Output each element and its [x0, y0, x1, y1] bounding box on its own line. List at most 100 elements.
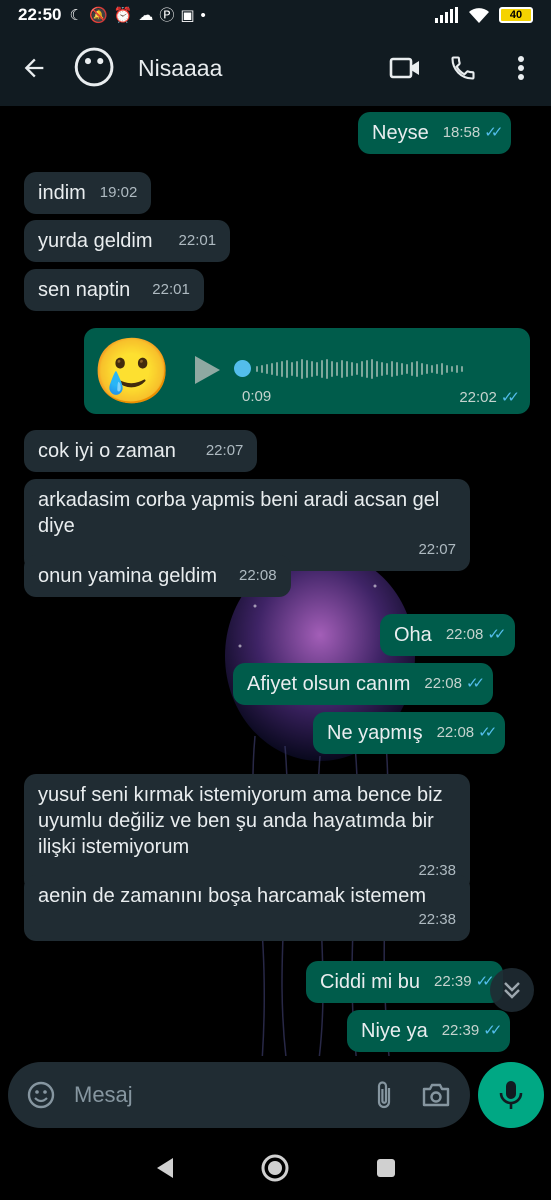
waveform-bar [391, 361, 393, 377]
phone-icon [451, 56, 475, 80]
double-check-icon: ✓✓ [487, 626, 506, 643]
waveform-bar [411, 362, 413, 376]
waveform-bar [301, 359, 303, 379]
more-dot-icon: • [200, 6, 206, 24]
mute-icon: 🔕 [88, 6, 108, 24]
waveform-bar [441, 363, 443, 375]
waveform-bar [351, 362, 353, 376]
waveform-bar [281, 361, 283, 377]
contact-name[interactable]: Nisaaaa [138, 55, 222, 82]
system-nav-bar [0, 1136, 551, 1200]
double-check-icon: ✓✓ [475, 973, 495, 990]
signal-icon [435, 7, 458, 23]
playback-slider-thumb[interactable] [234, 360, 251, 377]
chat-area[interactable]: Neyse 18:58 ✓✓ indim 19:02 yurda geldim 22:0… [0, 106, 551, 1056]
moon-icon: ☾ [69, 6, 83, 24]
scroll-to-bottom-button[interactable] [490, 968, 534, 1012]
message-bubble[interactable]: indim 19:02 [24, 172, 152, 214]
status-time: 22:50 [18, 5, 62, 24]
nav-recents-button[interactable] [366, 1148, 406, 1188]
waveform-bar [366, 360, 368, 378]
voice-call-button[interactable] [447, 52, 479, 84]
waveform-bar [341, 360, 343, 378]
arrow-left-icon [24, 58, 44, 78]
video-camera-icon [389, 57, 419, 79]
camera-icon [422, 1083, 450, 1107]
message-input[interactable]: Mesaj [8, 1062, 470, 1128]
message-bubble[interactable]: Ciddi mi bu 22:39 ✓✓ [306, 961, 503, 1003]
microphone-icon [499, 1081, 523, 1109]
message-bubble[interactable]: cok iyi o zaman 22:07 [24, 430, 258, 472]
waveform-bar [346, 361, 348, 377]
double-chevron-down-icon [504, 982, 520, 999]
message-bubble[interactable]: yurda geldim 22:01 [24, 220, 231, 262]
message-bubble[interactable]: onun yamina geldim 22:08 [24, 555, 291, 597]
double-check-icon: ✓✓ [478, 724, 497, 741]
wifi-icon [469, 8, 489, 23]
waveform-bar [336, 362, 338, 376]
waveform-bar [456, 365, 458, 373]
back-button[interactable] [14, 48, 54, 88]
cloud-icon: ☁ [138, 6, 154, 24]
waveform-bar [426, 364, 428, 374]
message-bubble[interactable]: Ne yapmış 22:08 ✓✓ [313, 712, 506, 754]
message-placeholder: Mesaj [74, 1082, 133, 1107]
nav-back-button[interactable] [145, 1148, 185, 1188]
message-bubble[interactable]: Niye ya 22:39 ✓✓ [347, 1010, 511, 1052]
waveform-bar [256, 366, 258, 372]
voice-record-button[interactable] [478, 1062, 544, 1128]
circle-home-icon [261, 1154, 289, 1182]
message-bubble[interactable]: Oha 22:08 ✓✓ [380, 614, 515, 656]
sticker-emoji-icon[interactable] [26, 1080, 56, 1110]
pinterest-icon: Ⓟ [159, 6, 175, 24]
waveform-bar [271, 363, 273, 375]
double-check-icon: ✓✓ [500, 389, 520, 406]
attach-button[interactable] [368, 1079, 400, 1111]
paperclip-icon [377, 1081, 391, 1109]
sender-emoji: 🥲 [92, 335, 172, 407]
waveform-bar [361, 361, 363, 377]
waveform-bar [406, 364, 408, 374]
waveform-bar [451, 366, 453, 372]
play-button[interactable] [192, 354, 222, 386]
waveform-bar [356, 363, 358, 375]
waveform-bar [286, 360, 288, 378]
waveform-bar [431, 365, 433, 373]
waveform-bar [421, 363, 423, 375]
double-check-icon: ✓✓ [484, 124, 503, 141]
waveform-bar [321, 360, 323, 378]
waveform-bar [396, 362, 398, 376]
message-bubble[interactable]: aenin de zamanını boşa harcamak istemem … [24, 875, 470, 941]
more-options-button[interactable] [505, 52, 537, 84]
alarm-icon: ⏰ [113, 6, 133, 24]
waveform-bar [296, 361, 298, 377]
waveform-bar [266, 364, 268, 374]
triangle-back-icon [157, 1158, 174, 1178]
avatar[interactable]: 😶 [66, 40, 122, 96]
double-check-icon: ✓✓ [483, 1022, 502, 1039]
nav-home-button[interactable] [255, 1148, 295, 1188]
waveform-bar [416, 361, 418, 377]
waveform-bar [401, 363, 403, 375]
waveform-bar [306, 360, 308, 378]
waveform-bar [436, 364, 438, 374]
voice-message[interactable]: 🥲 0:09 22:02 ✓✓ [84, 328, 530, 414]
waveform-bar [461, 366, 463, 372]
message-bubble[interactable]: Afiyet olsun canım 22:08 ✓✓ [233, 663, 494, 705]
message-bubble[interactable]: Neyse 18:58 ✓✓ [358, 112, 512, 154]
waveform-bar [261, 365, 263, 373]
waveform-bar [276, 362, 278, 376]
chat-header: 😶 Nisaaaa [0, 30, 551, 106]
waveform-bar [311, 361, 313, 377]
waveform-bar [316, 362, 318, 376]
waveform-bar [446, 365, 448, 373]
waveform-bar [381, 362, 383, 376]
video-call-button[interactable] [389, 52, 421, 84]
composer: Mesaj [0, 1056, 551, 1136]
camera-button[interactable] [420, 1079, 452, 1111]
square-recents-icon [376, 1159, 395, 1177]
message-bubble[interactable]: sen naptin 22:01 [24, 269, 204, 311]
waveform-bar [326, 359, 328, 379]
battery-icon: 40 [499, 7, 533, 23]
double-check-icon: ✓✓ [465, 675, 485, 692]
